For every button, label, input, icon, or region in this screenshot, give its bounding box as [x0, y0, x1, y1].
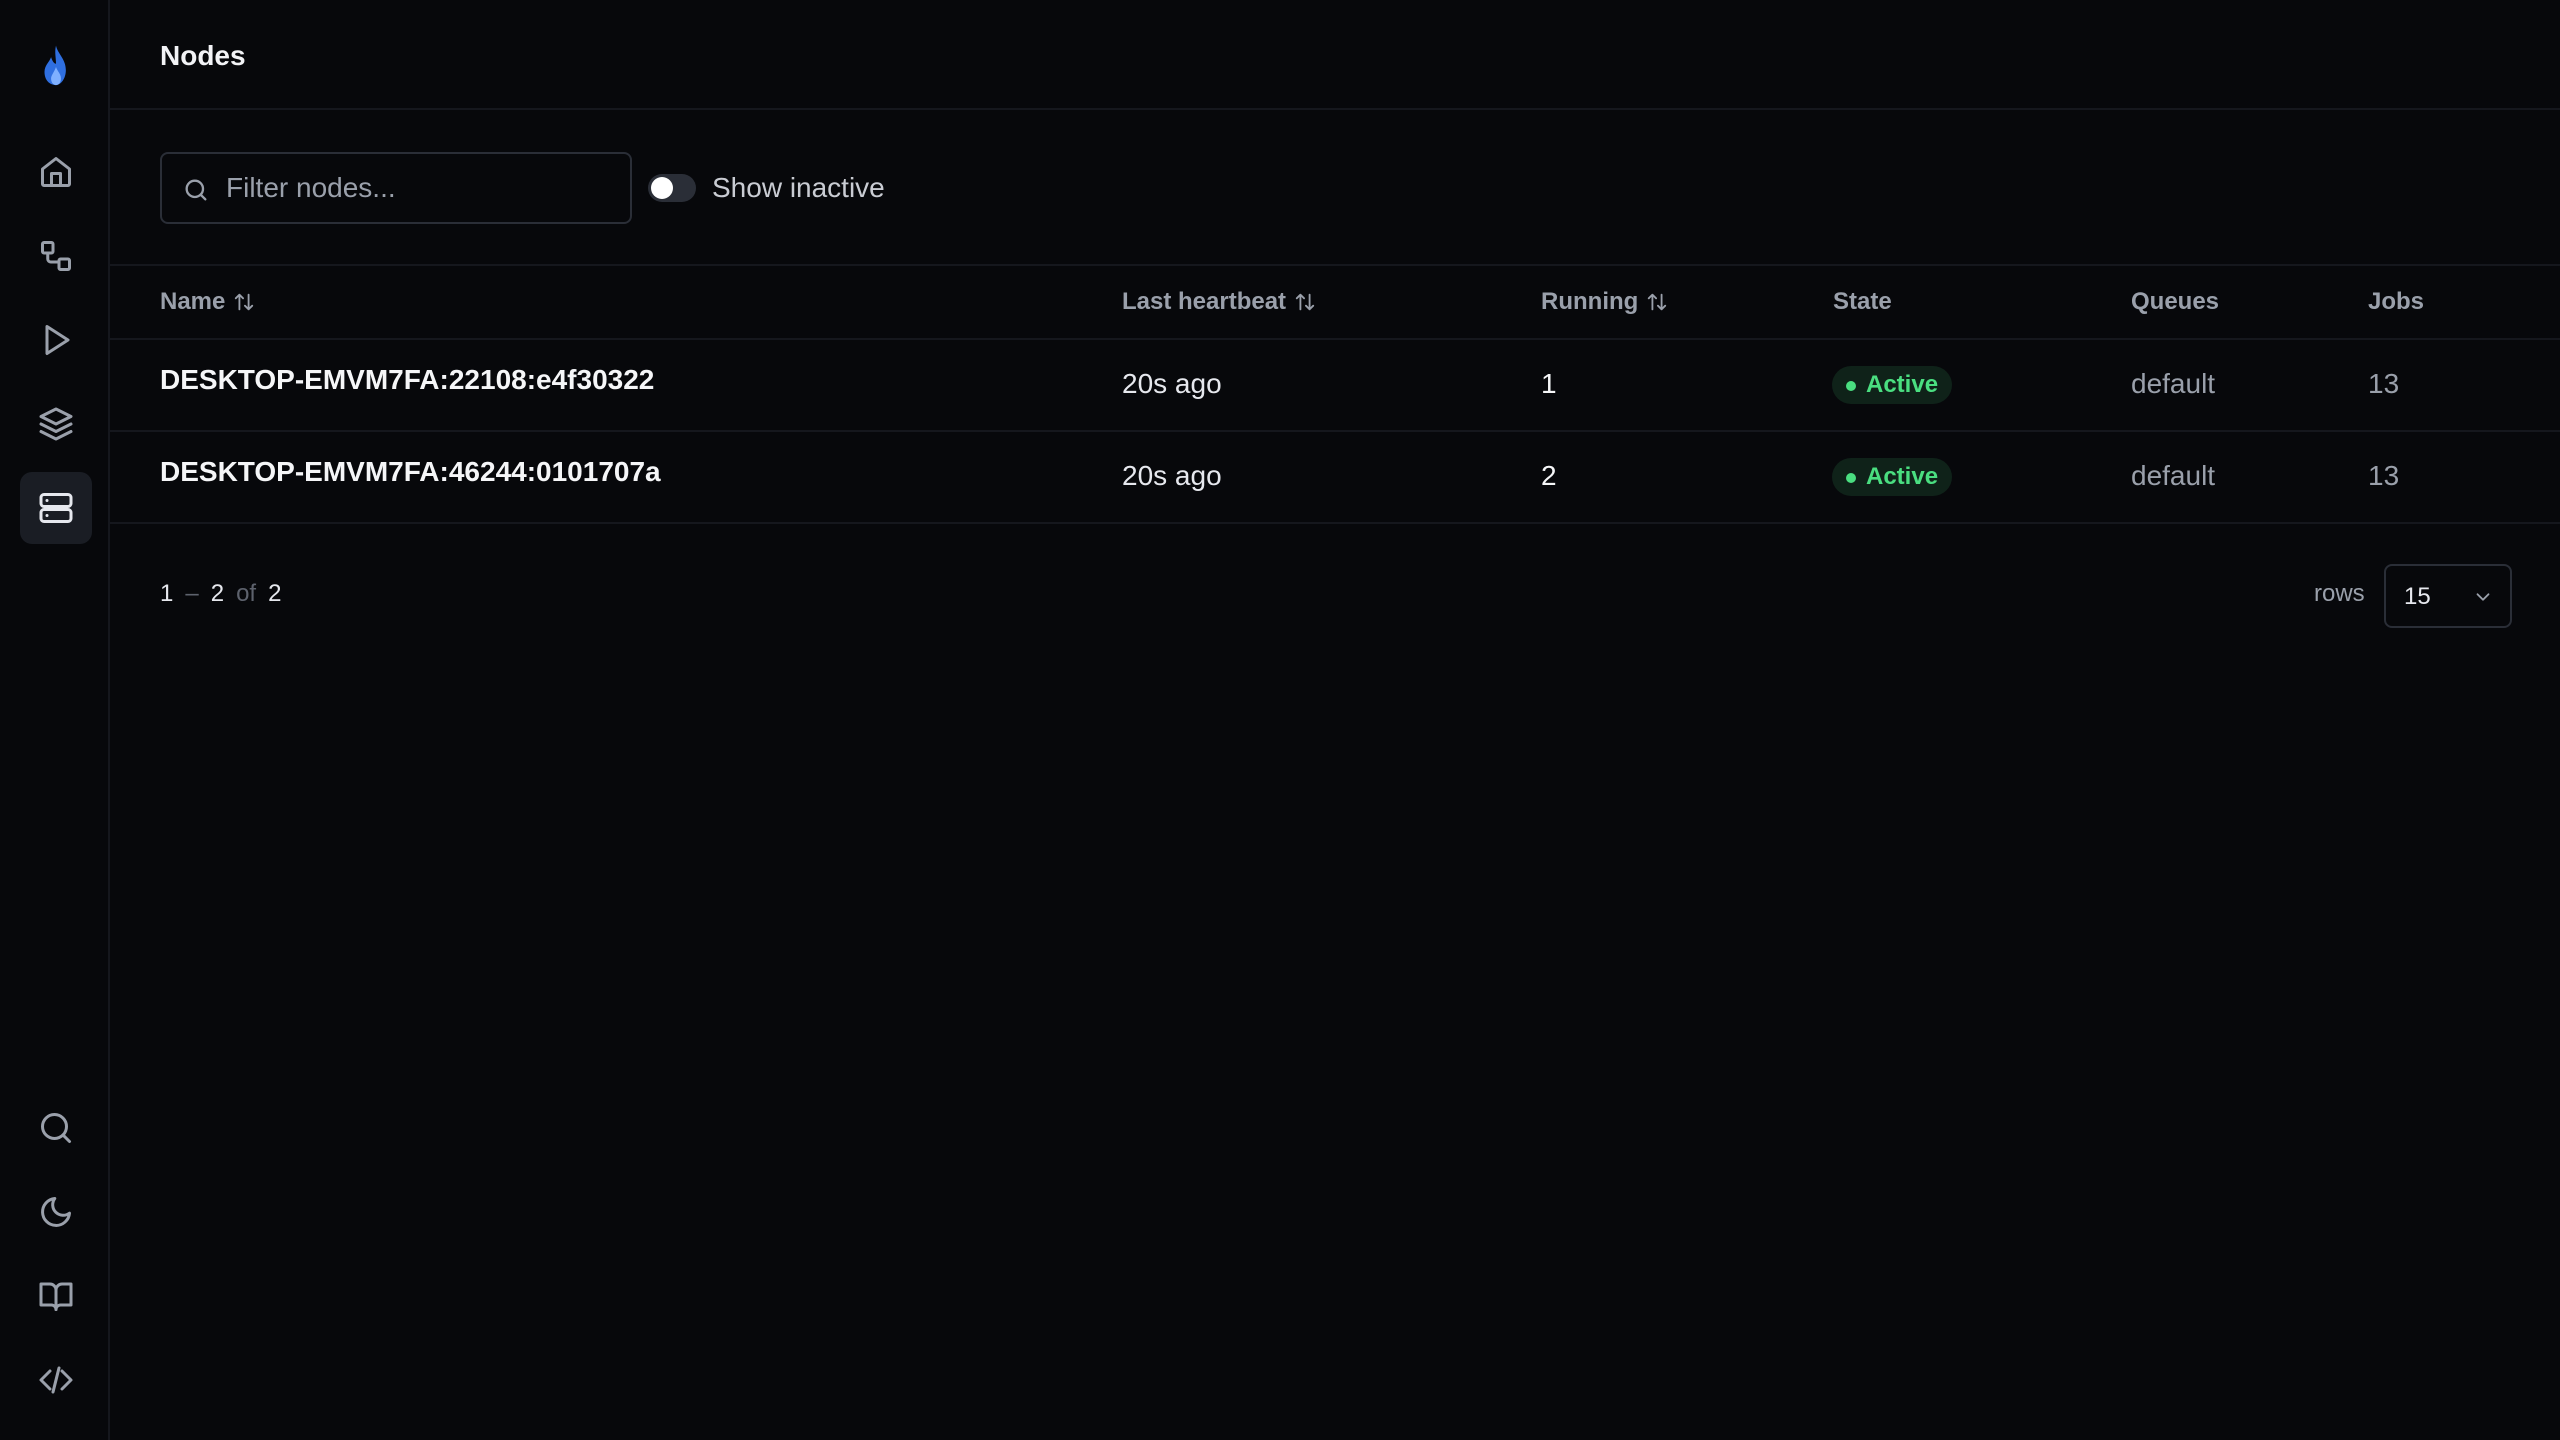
- status-badge: Active: [1832, 458, 1953, 496]
- sort-icon: [1295, 293, 1315, 311]
- queue-name: default: [2131, 460, 2216, 491]
- sidebar-item-nodes[interactable]: [20, 472, 92, 544]
- show-inactive-toggle[interactable]: [648, 174, 696, 202]
- column-header-running[interactable]: Running: [1541, 288, 1668, 316]
- page-range-dash: –: [185, 580, 199, 607]
- queue-name: default: [2131, 368, 2216, 399]
- flame-icon[interactable]: [35, 44, 77, 90]
- layers-icon: [39, 407, 73, 441]
- column-header-label: Running: [1541, 288, 1639, 315]
- sidebar-item-runs[interactable]: [20, 304, 92, 376]
- sidebar-item-workflows[interactable]: [20, 220, 92, 292]
- filter-nodes-search[interactable]: [160, 152, 632, 224]
- page-range-of: of: [236, 580, 257, 607]
- pagination-summary: 1 – 2 of 2: [160, 580, 281, 608]
- column-header-label: Jobs: [2368, 288, 2425, 315]
- page-range-end: 2: [210, 580, 225, 607]
- sort-icon: [1648, 293, 1667, 311]
- last-heartbeat: 20s ago: [1122, 460, 1222, 491]
- last-heartbeat: 20s ago: [1122, 368, 1222, 399]
- jobs-count: 13: [2368, 368, 2400, 399]
- column-header-label: Name: [160, 288, 226, 315]
- server-icon: [39, 493, 73, 523]
- moon-icon: [41, 1197, 71, 1227]
- chevron-down-icon: [2476, 593, 2490, 601]
- code-icon: [39, 1366, 73, 1394]
- table-row[interactable]: DESKTOP-EMVM7FA:22108:e4f30322 20s ago 1…: [110, 340, 2560, 432]
- table-header: Name Last heartbeat Running State Queues…: [110, 264, 2560, 340]
- workflow-icon: [41, 241, 71, 271]
- column-header-heartbeat[interactable]: Last heartbeat: [1122, 288, 1316, 316]
- search-icon: [41, 1113, 71, 1143]
- running-count: 2: [1541, 460, 1557, 491]
- column-header-label: Queues: [2131, 288, 2220, 315]
- sidebar-item-api[interactable]: [20, 1344, 92, 1416]
- play-icon: [45, 325, 70, 355]
- sidebar-item-queues[interactable]: [20, 388, 92, 460]
- column-header-queues: Queues: [2131, 288, 2219, 316]
- page-title: Nodes: [160, 40, 246, 71]
- rows-per-page-select[interactable]: 15: [2384, 564, 2512, 628]
- book-icon: [39, 1282, 73, 1311]
- rows-per-page-value: 15: [2404, 583, 2431, 610]
- home-icon: [41, 157, 71, 187]
- column-header-label: Last heartbeat: [1122, 288, 1287, 315]
- nodes-table: Name Last heartbeat Running State Queues…: [110, 264, 2560, 524]
- node-name[interactable]: DESKTOP-EMVM7FA:46244:0101707a: [160, 456, 661, 488]
- sidebar: [0, 0, 110, 1440]
- page-total: 2: [268, 580, 282, 607]
- sort-icon: [235, 293, 254, 311]
- running-count: 1: [1541, 368, 1557, 399]
- sidebar-item-home[interactable]: [20, 136, 92, 208]
- node-name[interactable]: DESKTOP-EMVM7FA:22108:e4f30322: [160, 364, 654, 396]
- rows-per-page-label: rows: [2314, 580, 2365, 607]
- sidebar-item-search[interactable]: [20, 1092, 92, 1164]
- page-range-start: 1: [160, 580, 174, 607]
- sidebar-item-docs[interactable]: [20, 1260, 92, 1332]
- show-inactive-label[interactable]: Show inactive: [712, 172, 885, 204]
- search-icon: [185, 179, 207, 201]
- table-row[interactable]: DESKTOP-EMVM7FA:46244:0101707a 20s ago 2…: [110, 432, 2560, 524]
- sidebar-item-theme[interactable]: [20, 1176, 92, 1248]
- column-header-label: State: [1833, 288, 1892, 315]
- toggle-knob: [651, 177, 673, 199]
- filter-nodes-input[interactable]: [226, 154, 622, 222]
- column-header-name[interactable]: Name: [160, 288, 255, 316]
- status-badge: Active: [1832, 366, 1953, 404]
- column-header-jobs: Jobs: [2368, 288, 2424, 316]
- column-header-state: State: [1833, 288, 1892, 316]
- jobs-count: 13: [2368, 460, 2400, 491]
- page-header: Nodes: [110, 0, 2560, 110]
